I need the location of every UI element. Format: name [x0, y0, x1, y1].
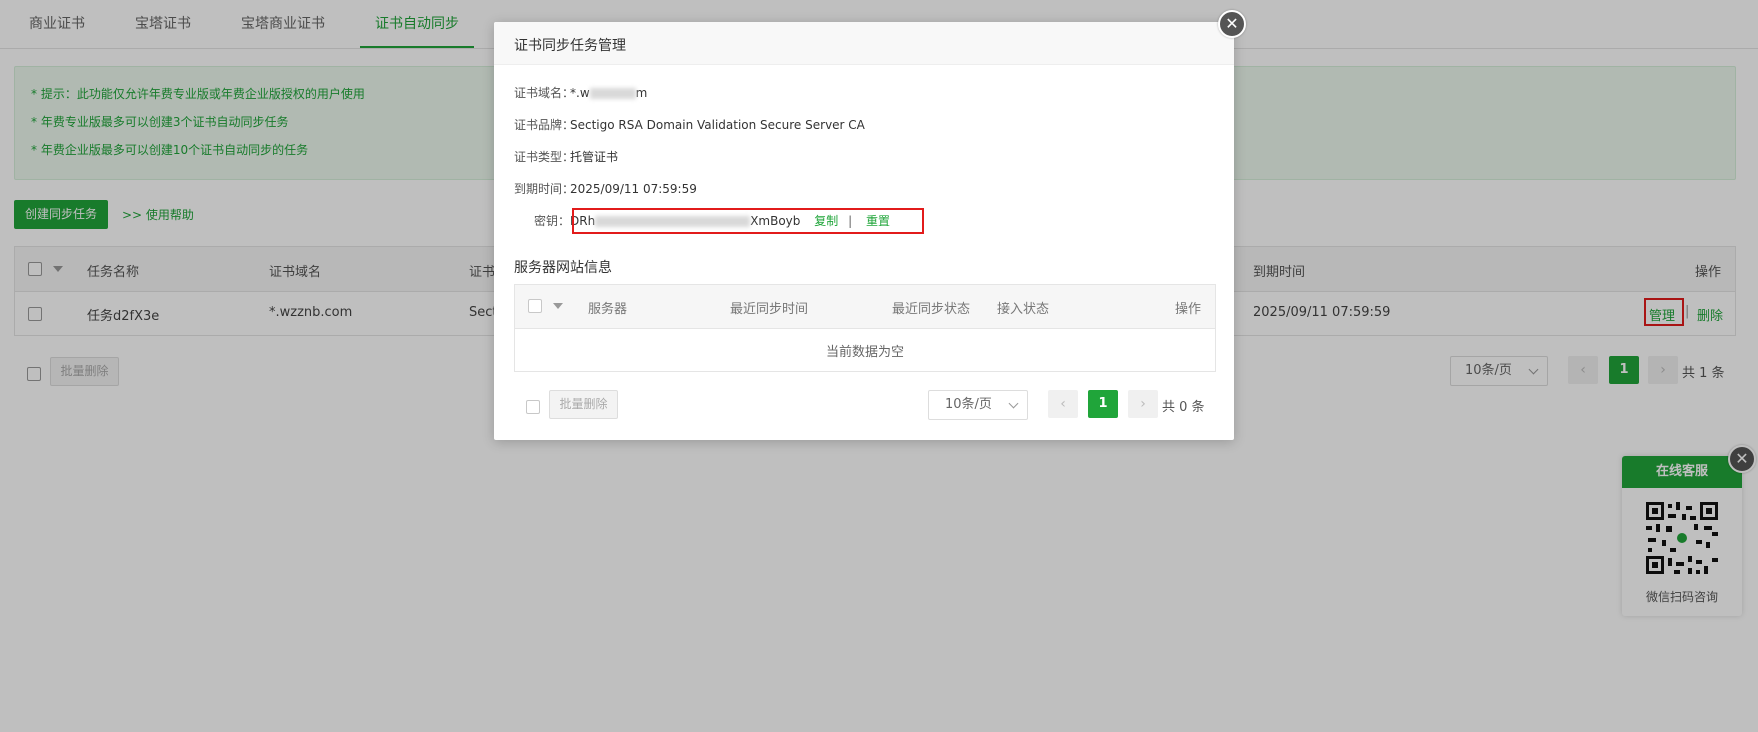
domain-suffix: m [635, 86, 648, 100]
modal-page-size-select[interactable]: 10条/页 [928, 390, 1028, 420]
key-label: 密钥： [533, 214, 570, 228]
redacted-text [589, 88, 636, 99]
server-section-title: 服务器网站信息 [514, 260, 612, 276]
type-label: 证书类型： [514, 150, 575, 164]
column-header: 最近同步状态 [892, 302, 971, 317]
domain-prefix: *.w [570, 86, 590, 100]
server-table-header: 服务器 最近同步时间 最近同步状态 接入状态 操作 [515, 285, 1215, 329]
domain-row: 证书域名：*.w m [514, 84, 647, 101]
highlight-box [572, 208, 924, 234]
expire-row: 到期时间：2025/09/11 07:59:59 [514, 180, 697, 197]
server-table: 服务器 最近同步时间 最近同步状态 接入状态 操作 当前数据为空 [514, 284, 1216, 372]
modal-current-page[interactable]: 1 [1088, 390, 1118, 418]
domain-label: 证书域名： [514, 86, 575, 100]
modal-batch-delete-button[interactable]: 批量删除 [549, 390, 618, 419]
brand-label: 证书品牌： [514, 118, 575, 132]
modal-close-icon[interactable]: ✕ [1218, 10, 1246, 38]
modal-header: 证书同步任务管理 [494, 22, 1234, 65]
modal-footer-checkbox[interactable] [526, 400, 540, 414]
caret-down-icon[interactable] [553, 303, 563, 309]
modal-page-size-value: 10条/页 [945, 397, 992, 412]
brand-value: Sectigo RSA Domain Validation Secure Ser… [570, 118, 865, 132]
brand-row: 证书品牌：Sectigo RSA Domain Validation Secur… [514, 116, 865, 133]
modal-prev-page-button[interactable]: ‹ [1048, 390, 1078, 418]
expire-value: 2025/09/11 07:59:59 [570, 182, 697, 196]
column-header: 操作 [1175, 302, 1202, 317]
sync-task-modal: 证书同步任务管理 证书域名：*.w m 证书品牌：Sectigo RSA Doma… [494, 22, 1234, 440]
column-header: 服务器 [588, 302, 628, 317]
expire-label: 到期时间： [514, 182, 575, 196]
empty-state: 当前数据为空 [825, 345, 904, 360]
type-value: 托管证书 [570, 150, 619, 164]
server-select-all-checkbox[interactable] [528, 299, 542, 313]
column-header: 最近同步时间 [730, 302, 809, 317]
modal-total-count: 共 0 条 [1162, 400, 1205, 415]
chevron-down-icon [1008, 398, 1019, 409]
column-header: 接入状态 [997, 302, 1050, 317]
modal-next-page-button[interactable]: › [1128, 390, 1158, 418]
type-row: 证书类型：托管证书 [514, 148, 618, 165]
modal-title: 证书同步任务管理 [514, 38, 626, 54]
